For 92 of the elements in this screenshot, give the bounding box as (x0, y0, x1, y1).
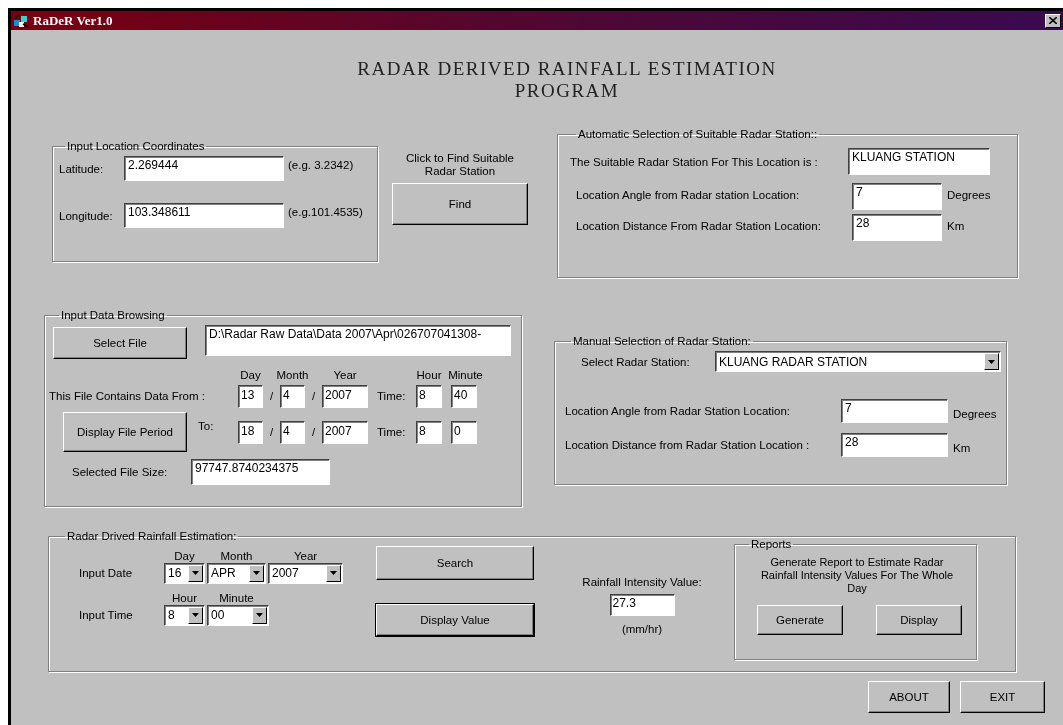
program-title: RADAR DERIVED RAINFALL ESTIMATION (357, 58, 777, 80)
input-field[interactable]: 0 (451, 420, 477, 444)
app-icon (13, 13, 29, 28)
field-label: To: (198, 420, 214, 432)
field-label: The Suitable Radar Station For This Location is : (570, 155, 819, 168)
program-title: PROGRAM (514, 80, 620, 102)
unit-label: Degrees (947, 188, 991, 201)
column-header: Minute (447, 369, 484, 381)
button[interactable]: Search (376, 546, 534, 580)
field-label: Input Time (79, 609, 134, 621)
unit-label: (mm/hr) (621, 623, 663, 635)
caret-icon (326, 564, 341, 582)
separator-text: / (310, 390, 317, 402)
group-title: Input Data Browsing (60, 309, 166, 321)
group-title: Input Location Coordinates (66, 140, 206, 152)
field-label: Selected File Size: (72, 466, 169, 478)
button[interactable]: Select File (53, 327, 187, 359)
field-label: Time: (376, 390, 407, 402)
description-text: Generate Report to Estimate Radar Rainfall Intensity Values For The Whole Day (759, 556, 955, 595)
input-field[interactable]: 28 (852, 214, 942, 241)
button[interactable]: Find (392, 183, 528, 225)
field-label: Location Distance from Radar Station Location : (565, 439, 811, 451)
close-button[interactable] (1045, 13, 1061, 28)
close-icon (1049, 17, 1057, 24)
caret-icon (188, 606, 203, 624)
button[interactable]: Display Value (376, 604, 534, 636)
field-label: This File Contains Data From : (49, 390, 205, 402)
dropdown[interactable]: KLUANG RADAR STATION (715, 351, 1001, 372)
dropdown[interactable]: APR (207, 562, 266, 584)
separator-text: / (310, 426, 317, 438)
caret-icon (249, 564, 264, 582)
field-label: Longitude: (59, 209, 114, 222)
input-field[interactable]: 4 (280, 420, 305, 444)
input-field[interactable]: 103.348611 (124, 203, 284, 228)
input-field[interactable]: 13 (238, 384, 263, 408)
column-header: Hour (171, 592, 198, 604)
group-title: Automatic Selection of Suitable Radar Station:: (577, 128, 819, 140)
unit-label: Km (953, 441, 971, 454)
input-field[interactable]: 4 (280, 384, 305, 408)
dropdown[interactable]: 2007 (268, 562, 343, 584)
unit-label: Degrees (953, 407, 997, 420)
input-field[interactable]: 40 (451, 384, 477, 408)
field-label: Select Radar Station: (581, 355, 691, 368)
input-field[interactable]: 2007 (322, 420, 368, 444)
field-label: Location Distance From Radar Station Location: (576, 219, 822, 232)
dropdown[interactable]: 8 (164, 604, 205, 626)
column-header: Day (239, 369, 262, 381)
input-field[interactable]: 7 (841, 399, 948, 423)
button[interactable]: Generate (757, 605, 843, 635)
window-title: RaDeR Ver1.0 (33, 12, 114, 29)
field-label: Latitude: (59, 162, 105, 175)
group-title: Radar Drived Rainfall Estimation: (66, 530, 238, 542)
input-field[interactable]: 8 (416, 384, 442, 408)
dropdown[interactable]: 16 (164, 562, 205, 584)
button[interactable]: EXIT (960, 681, 1045, 713)
dropdown[interactable]: 00 (207, 604, 269, 626)
column-header: Day (173, 550, 196, 562)
separator-text: / (268, 426, 275, 438)
button[interactable]: Display File Period (63, 412, 187, 452)
hint-text: (e.g. 3.2342) (288, 158, 354, 171)
column-header: Month (275, 369, 310, 381)
input-field[interactable]: D:\Radar Raw Data\Data 2007\Apr\026707041308- (205, 325, 511, 356)
input-field[interactable]: 28 (841, 433, 948, 457)
separator-text: / (268, 390, 275, 402)
hint-text: (e.g.101.4535) (288, 205, 363, 218)
input-field[interactable]: 2.269444 (124, 156, 284, 181)
column-header: Year (292, 550, 319, 562)
column-header: Hour (416, 369, 442, 381)
caption-text: Click to Find Suitable Radar Station (405, 152, 515, 178)
input-field[interactable]: 2007 (322, 384, 368, 408)
group-title: Manual Selection of Radar Station: (572, 335, 752, 347)
caret-icon (984, 353, 999, 370)
field-label: Location Angle from Radar Station Location: (565, 405, 792, 417)
field-label: Location Angle from Radar station Location: (576, 188, 801, 201)
input-field[interactable]: 27.3 (609, 594, 675, 616)
input-field[interactable]: 7 (852, 183, 942, 210)
button[interactable]: ABOUT (868, 681, 950, 713)
input-field[interactable]: 8 (416, 420, 442, 444)
field-label: Rainfall Intensity Value: (582, 576, 702, 588)
input-field[interactable]: 18 (238, 420, 263, 444)
button[interactable]: Display (876, 605, 962, 635)
input-field[interactable]: 97747.8740234375 (191, 459, 330, 485)
input-field[interactable]: KLUANG STATION (848, 148, 990, 175)
group-title: Reports (750, 538, 793, 550)
caret-icon (188, 564, 203, 582)
column-header: Year (332, 369, 358, 381)
field-label: Time: (376, 426, 407, 438)
field-label: Input Date (79, 567, 134, 579)
unit-label: Km (947, 219, 965, 232)
column-header: Minute (218, 592, 255, 604)
column-header: Month (219, 550, 254, 562)
caret-icon (252, 606, 267, 624)
